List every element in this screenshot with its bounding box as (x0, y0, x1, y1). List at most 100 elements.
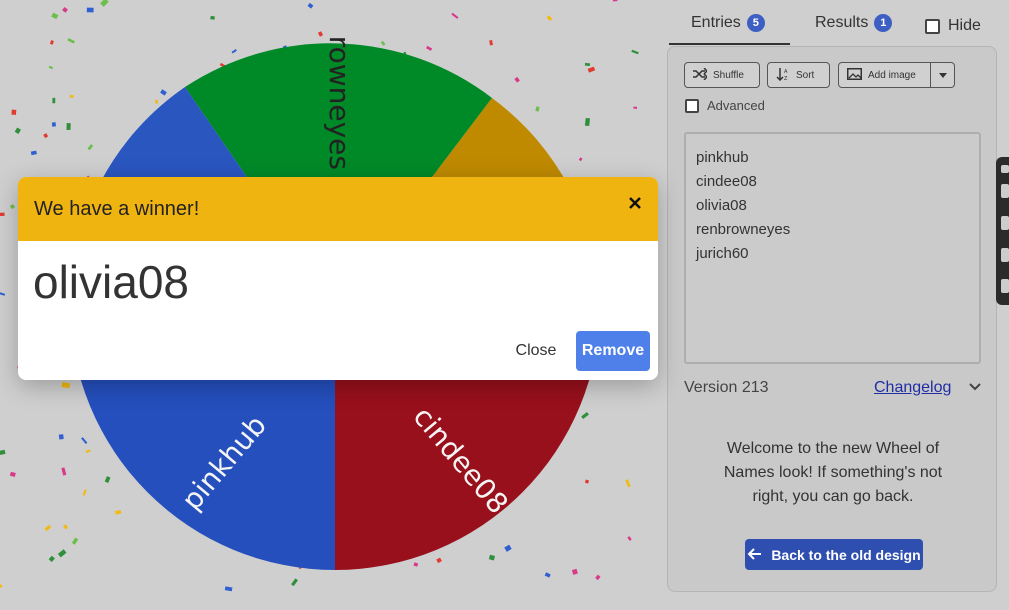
right-panel: Entries 5 Results 1 Hide Shuffle AZ Sort A… (665, 0, 1009, 610)
confetti-piece (48, 65, 54, 70)
confetti-piece (115, 509, 122, 515)
arrow-left-icon (747, 547, 762, 563)
winner-dialog-title: We have a winner! (34, 198, 200, 220)
confetti-piece (627, 536, 632, 541)
back-to-old-design-button[interactable]: Back to the old design (745, 539, 923, 570)
confetti-piece (0, 212, 5, 217)
confetti-piece (86, 7, 94, 13)
confetti-piece (317, 31, 324, 37)
advanced-checkbox-box[interactable] (685, 98, 699, 113)
copy-icon[interactable] (1001, 248, 1009, 262)
confetti-piece (30, 150, 37, 156)
entry-line: renbrowneyes (696, 221, 791, 238)
confetti-piece (631, 49, 639, 55)
winner-dialog: We have a winner! olivia08 Close Remove (18, 177, 658, 380)
active-tab-underline (669, 43, 790, 45)
entry-line: olivia08 (696, 197, 747, 214)
confetti-piece (0, 584, 3, 589)
confetti-piece (160, 89, 167, 96)
confetti-piece (426, 45, 433, 51)
confetti-piece (413, 562, 419, 567)
version-text: Version 213 (684, 379, 769, 396)
confetti-piece (571, 568, 578, 575)
close-button[interactable]: Close (506, 331, 566, 371)
chevron-down-icon[interactable] (968, 379, 982, 398)
side-toolbar[interactable] (996, 157, 1009, 305)
confetti-piece (625, 479, 631, 488)
welcome-message: Welcome to the new Wheel of Names look! … (723, 440, 943, 505)
hide-checkbox[interactable]: Hide (925, 17, 981, 35)
winner-name: olivia08 (33, 256, 189, 308)
shuffle-label: Shuffle (713, 69, 744, 81)
confetti-piece (62, 7, 68, 13)
confetti-piece (58, 434, 64, 440)
side-tool-icon[interactable] (1001, 216, 1009, 230)
confetti-piece (584, 62, 591, 67)
confetti-piece (514, 76, 520, 83)
svg-text:A: A (784, 69, 788, 75)
confetti-piece (51, 122, 56, 127)
entries-panel: Shuffle AZ Sort Add image Advanced pinkh (667, 46, 997, 592)
tab-results-label: Results (815, 14, 869, 31)
confetti-piece (291, 578, 298, 587)
advanced-checkbox[interactable]: Advanced (685, 98, 765, 113)
hide-checkbox-box[interactable] (925, 18, 940, 34)
confetti-piece (66, 123, 71, 130)
entries-textarea[interactable]: pinkhub cindee08 olivia08 renbrowneyes j… (684, 132, 981, 364)
winner-dialog-header: We have a winner! (18, 177, 658, 241)
wheel-label-renbrowneyes: rowneyes (323, 36, 356, 170)
entry-line: cindee08 (696, 173, 757, 190)
confetti-piece (87, 144, 94, 151)
confetti-piece (581, 411, 589, 419)
sort-label: Sort (796, 69, 815, 81)
confetti-piece (488, 554, 496, 561)
confetti-piece (81, 437, 88, 445)
entry-line: jurich60 (696, 245, 749, 262)
confetti-piece (48, 555, 55, 563)
confetti-piece (546, 15, 553, 21)
add-image-button[interactable]: Add image (838, 62, 955, 88)
confetti-piece (584, 479, 590, 484)
entry-line: pinkhub (696, 149, 749, 166)
advanced-label: Advanced (707, 98, 765, 113)
confetti-piece (43, 133, 49, 139)
confetti-piece (0, 449, 6, 455)
add-image-label: Add image (868, 69, 916, 81)
sort-button[interactable]: AZ Sort (767, 62, 830, 88)
confetti-piece (489, 40, 493, 46)
confetti-piece (82, 489, 87, 496)
confetti-piece (49, 40, 54, 45)
back-to-old-design-label: Back to the old design (771, 546, 921, 563)
tab-entries[interactable]: Entries 5 (691, 14, 765, 44)
tab-results[interactable]: Results 1 (815, 14, 893, 44)
star-icon[interactable] (1001, 165, 1009, 173)
confetti-piece (380, 40, 386, 46)
confetti-piece (595, 574, 601, 581)
confetti-piece (612, 0, 618, 2)
remove-button[interactable]: Remove (576, 331, 650, 371)
confetti-piece (63, 524, 68, 530)
confetti-piece (231, 49, 237, 54)
tab-entries-label: Entries (691, 14, 741, 31)
confetti-piece (71, 537, 79, 545)
changelog-link[interactable]: Changelog (874, 379, 951, 397)
add-image-dropdown-toggle[interactable] (930, 63, 954, 87)
puzzle-icon[interactable] (1001, 279, 1009, 293)
confetti-piece (85, 449, 91, 454)
results-count-badge: 1 (874, 14, 893, 32)
hide-label: Hide (948, 17, 981, 34)
shuffle-button[interactable]: Shuffle (684, 62, 760, 88)
confetti-piece (61, 382, 71, 389)
side-tool-icon[interactable] (1001, 184, 1009, 198)
sort-icon: AZ (776, 67, 790, 84)
confetti-piece (451, 12, 459, 19)
confetti-piece (504, 544, 512, 552)
image-icon (847, 67, 862, 83)
confetti-piece (61, 467, 67, 476)
confetti-piece (307, 2, 314, 9)
close-icon[interactable] (625, 193, 645, 213)
confetti-piece (584, 117, 590, 127)
confetti-piece (0, 292, 6, 296)
confetti-piece (9, 204, 16, 210)
confetti-piece (535, 106, 540, 112)
